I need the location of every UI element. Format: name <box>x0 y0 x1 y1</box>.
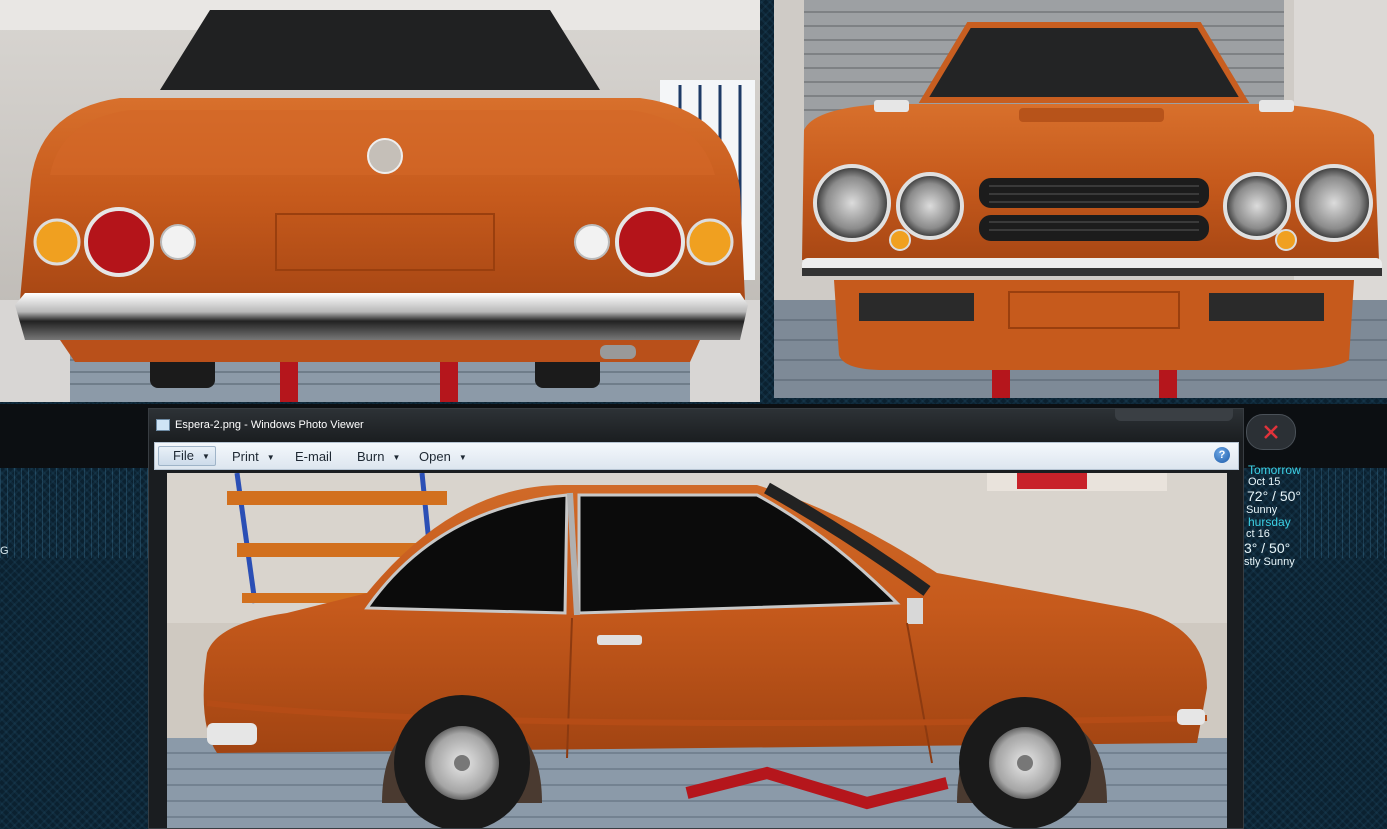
weather-temp-2: 3° / 50° <box>1244 540 1291 556</box>
weather-gadget: Tomorrow Oct 15 72° / 50° Sunny hursday … <box>1244 464 1364 568</box>
weather-day-1: Tomorrow <box>1248 463 1301 477</box>
chevron-down-icon: ▼ <box>266 453 275 462</box>
chevron-down-icon: ▼ <box>458 453 467 462</box>
title-bar[interactable]: Espera-2.png - Windows Photo Viewer <box>149 409 1243 441</box>
menu-print[interactable]: Print ▼ <box>232 448 275 466</box>
screenshot-rear-view <box>0 0 760 402</box>
help-icon[interactable]: ? <box>1214 447 1230 463</box>
chevron-down-icon: ▼ <box>392 453 401 462</box>
chevron-down-icon: ▼ <box>201 452 210 461</box>
window-title: Espera-2.png - Windows Photo Viewer <box>175 419 364 431</box>
displayed-photo <box>167 473 1227 828</box>
close-icon <box>1264 425 1278 439</box>
weather-date-1: Oct 15 <box>1248 476 1281 488</box>
menu-print-label: Print <box>232 449 259 464</box>
menu-email[interactable]: E-mail <box>295 448 332 466</box>
screenshot-front-view <box>774 0 1387 398</box>
menu-email-label: E-mail <box>295 449 332 464</box>
menu-file-label: File <box>173 448 194 463</box>
caption-buttons[interactable] <box>1115 409 1233 421</box>
menu-burn-label: Burn <box>357 449 385 464</box>
menu-bar: File ▼ Print ▼ E-mail Burn ▼ Open ▼ ? <box>154 442 1239 470</box>
menu-burn[interactable]: Burn ▼ <box>357 448 400 466</box>
weather-temp-1: 72° / 50° <box>1247 488 1302 504</box>
weather-condition-2: stly Sunny <box>1244 556 1295 568</box>
desktop-gadget-left <box>0 468 150 558</box>
menu-file[interactable]: File ▼ <box>158 446 216 466</box>
weather-date-2: ct 16 <box>1246 528 1270 540</box>
desktop-label: G <box>0 545 9 557</box>
weather-close-button[interactable] <box>1246 414 1296 450</box>
menu-open-label: Open <box>419 449 451 464</box>
menu-open[interactable]: Open ▼ <box>419 448 467 466</box>
photo-viewer-icon <box>156 419 170 431</box>
photo-viewer-window: Espera-2.png - Windows Photo Viewer File… <box>148 408 1244 829</box>
weather-day-2: hursday <box>1248 515 1291 529</box>
